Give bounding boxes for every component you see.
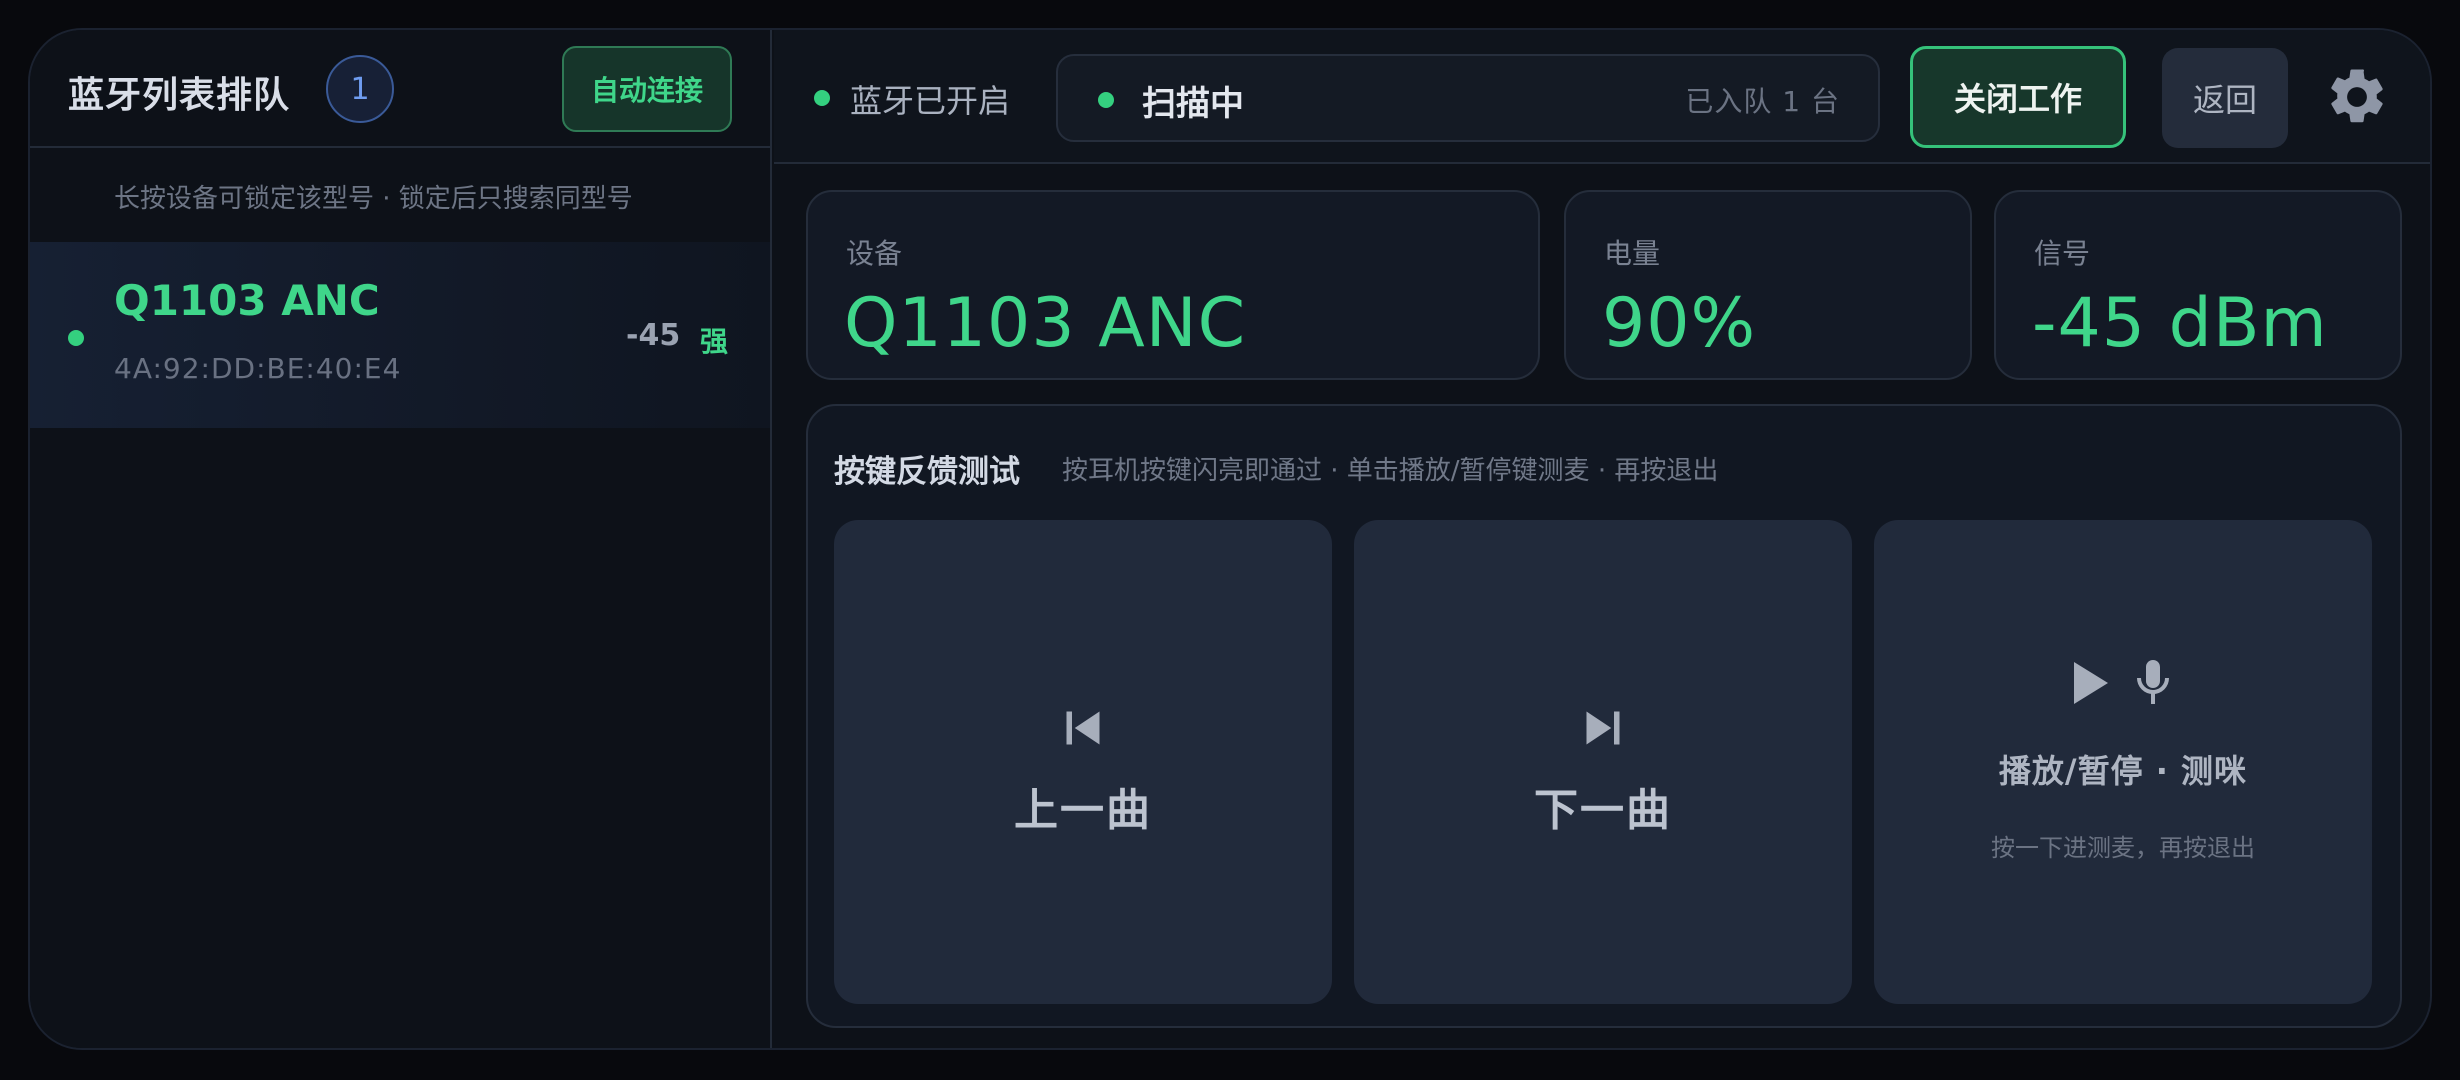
auto-connect-button[interactable]: 自动连接 [562,46,732,132]
device-status-dot [68,330,84,346]
signal-card-value: -45 dBm [2032,284,2328,363]
play-pause-mic-hint: 按一下进测麦，再按退出 [1991,834,2255,862]
skip-previous-icon [1066,711,1100,745]
device-card-value: Q1103 ANC [844,284,1247,363]
top-status-bar: 蓝牙已开启 扫描中 已入队 1 台 关闭工作 返回 [774,30,2430,164]
queue-header: 蓝牙列表排队 1 自动连接 [30,30,770,148]
scan-status-dot [1098,92,1114,108]
next-track-label: 下一曲 [1534,785,1672,836]
key-feedback-panel: 按键反馈测试 按耳机按键闪亮即通过 · 单击播放/暂停键测麦 · 再按退出 上一… [806,404,2402,1028]
previous-track-key[interactable]: 上一曲 [834,520,1332,1004]
next-track-key[interactable]: 下一曲 [1354,520,1852,1004]
scan-status-box: 扫描中 已入队 1 台 [1056,54,1880,142]
bluetooth-queue-panel: 蓝牙列表排队 1 自动连接 长按设备可锁定该型号 · 锁定后只搜索同型号 Q11… [30,30,772,1048]
device-card: 设备 Q1103 ANC [806,190,1540,380]
device-signal-strength: 强 [700,325,729,358]
device-rssi: -45 [626,318,681,353]
signal-card: 信号 -45 dBm [1994,190,2402,380]
app-window: 蓝牙列表排队 1 自动连接 长按设备可锁定该型号 · 锁定后只搜索同型号 Q11… [28,28,2432,1050]
scan-status: 扫描中 [1142,84,1244,124]
queue-status: 已入队 1 台 [1685,85,1840,118]
bluetooth-status-dot [814,90,830,106]
key-test-description: 按耳机按键闪亮即通过 · 单击播放/暂停键测麦 · 再按退出 [1062,456,1719,486]
key-test-title: 按键反馈测试 [834,454,1020,490]
back-button[interactable]: 返回 [2162,48,2288,148]
previous-track-label: 上一曲 [1014,785,1152,836]
lock-model-hint: 长按设备可锁定该型号 · 锁定后只搜索同型号 [114,184,633,214]
battery-card-label: 电量 [1604,237,1661,270]
gear-icon[interactable] [2324,64,2390,130]
device-name: Q1103 ANC [114,276,380,325]
play-icon [2074,662,2108,704]
battery-card: 电量 90% [1564,190,1972,380]
close-work-button[interactable]: 关闭工作 [1910,46,2126,148]
queue-count-badge: 1 [326,55,394,123]
bluetooth-status: 蓝牙已开启 [850,82,1011,120]
battery-card-value: 90% [1602,284,1757,363]
signal-card-label: 信号 [2034,237,2091,270]
play-pause-mic-label: 播放/暂停 · 测咪 [1998,752,2248,790]
play-pause-mic-key[interactable]: 播放/暂停 · 测咪 按一下进测麦，再按退出 [1874,520,2372,1004]
play-mic-icon-group [2074,660,2169,704]
device-mac-address: 4A:92:DD:BE:40:E4 [114,352,402,385]
queue-title: 蓝牙列表排队 [68,75,291,116]
device-list-item[interactable]: Q1103 ANC 4A:92:DD:BE:40:E4 -45 强 [30,242,770,428]
device-card-label: 设备 [846,237,903,270]
microphone-icon [2137,660,2169,704]
skip-next-icon [1586,711,1620,745]
